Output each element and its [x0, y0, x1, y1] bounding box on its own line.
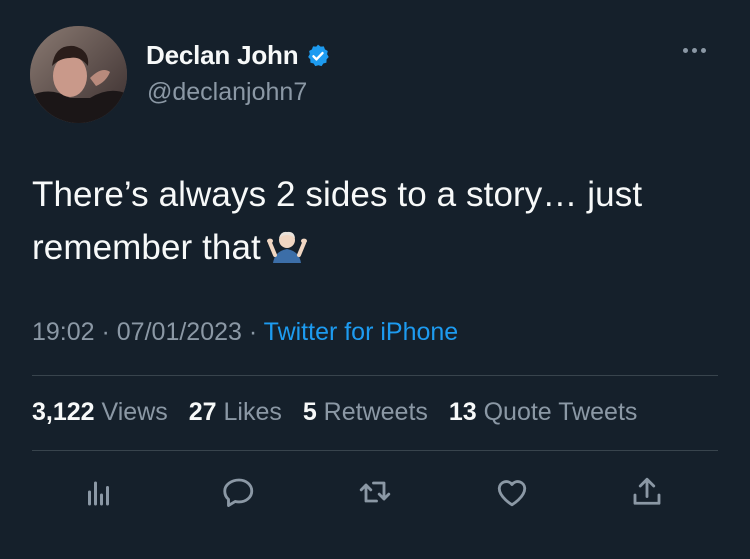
reply-button[interactable]	[219, 470, 259, 514]
reply-icon	[223, 478, 254, 507]
retweets-count: 5	[302, 398, 317, 426]
tweet-source-link[interactable]: Twitter for iPhone	[264, 318, 459, 346]
profile-photo	[30, 26, 127, 123]
retweets-stat[interactable]: 5 Retweets	[303, 398, 428, 426]
likes-stat[interactable]: 27 Likes	[189, 398, 282, 426]
retweet-icon	[359, 481, 391, 503]
likes-label: Likes	[223, 398, 282, 426]
tweet-meta: 19:02 · 07/01/2023 · Twitter for iPhone	[32, 318, 458, 347]
dot-icon	[683, 48, 688, 53]
tweet-body: There’s always 2 sides to a story… just …	[32, 175, 643, 267]
dot-icon	[692, 48, 697, 53]
tweet-stats: 3,122 Views 27 Likes 5 Retweets 13 Quote…	[32, 398, 651, 427]
quotes-stat[interactable]: 13 Quote Tweets	[449, 398, 638, 426]
views-label: Views	[101, 398, 168, 426]
quotes-label: Quote Tweets	[483, 398, 638, 426]
action-bar	[0, 470, 750, 520]
dot-icon	[701, 48, 706, 53]
author-name-row[interactable]: Declan John	[146, 40, 331, 71]
retweets-label: Retweets	[323, 398, 428, 426]
like-button[interactable]	[492, 470, 532, 514]
retweet-button[interactable]	[355, 470, 395, 514]
analytics-button[interactable]	[80, 470, 120, 514]
quotes-count: 13	[448, 398, 477, 426]
divider	[32, 450, 718, 451]
tweet-text: There’s always 2 sides to a story… just …	[32, 168, 732, 274]
meta-separator: ·	[94, 318, 117, 346]
analytics-icon	[88, 481, 109, 506]
share-icon	[633, 477, 661, 505]
divider	[32, 375, 718, 376]
author-handle[interactable]: @declanjohn7	[147, 78, 307, 107]
verified-badge-icon	[308, 44, 330, 66]
likes-count: 27	[188, 398, 217, 426]
like-icon	[497, 480, 527, 507]
share-button[interactable]	[627, 470, 667, 514]
man-shrugging-emoji	[266, 231, 307, 263]
meta-separator: ·	[241, 318, 264, 346]
avatar[interactable]	[30, 26, 127, 123]
more-options-icon[interactable]	[683, 48, 706, 53]
views-stat[interactable]: 3,122 Views	[32, 398, 168, 426]
views-count: 3,122	[32, 398, 95, 426]
display-name[interactable]: Declan John	[146, 40, 299, 71]
tweet-time[interactable]: 19:02	[32, 318, 95, 346]
tweet-date[interactable]: 07/01/2023	[117, 318, 242, 346]
